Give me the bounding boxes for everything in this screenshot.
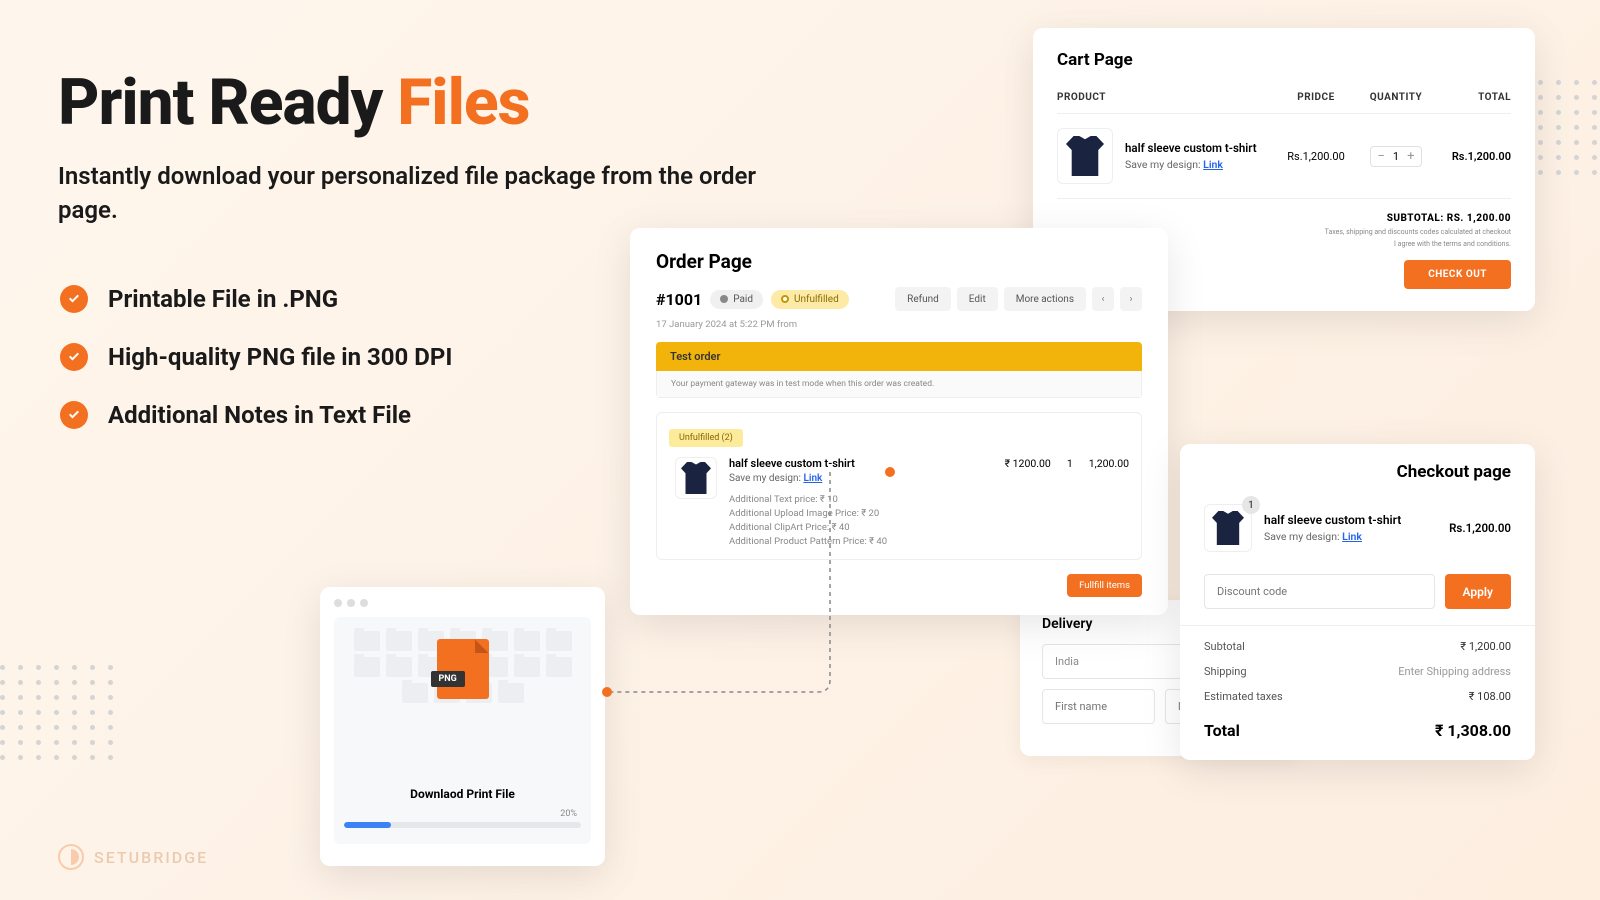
checkout-button[interactable]: CHECK OUT <box>1404 260 1511 289</box>
product-name: half sleeve custom t-shirt <box>1264 513 1437 527</box>
chevron-left-icon: ‹ <box>1101 294 1104 305</box>
next-button[interactable]: › <box>1120 287 1142 311</box>
feature-list: Printable File in .PNG High-quality PNG … <box>60 285 452 459</box>
summary-line: Subtotal₹ 1,200.00 <box>1180 634 1535 659</box>
unfulfilled-count-badge: Unfulfilled (2) <box>669 429 743 447</box>
decor-dots-left <box>0 665 116 760</box>
brand-logo: SETUBRIDGE <box>58 844 208 870</box>
hero-title: Print Ready Files <box>58 65 798 140</box>
product-thumb <box>675 457 717 499</box>
download-label: Downlaod Print File <box>344 787 581 801</box>
connector-dot <box>885 467 895 477</box>
fulfill-button[interactable]: Fullfill items <box>1067 574 1142 597</box>
qty-minus-icon[interactable]: − <box>1377 149 1384 164</box>
qty-plus-icon[interactable]: + <box>1407 149 1414 164</box>
chevron-right-icon: › <box>1129 294 1132 305</box>
first-name-input[interactable] <box>1042 689 1155 724</box>
logo-icon <box>58 844 84 870</box>
checkout-title: Checkout page <box>1180 444 1535 496</box>
check-icon <box>60 285 88 313</box>
png-file-icon: PNG <box>437 639 489 699</box>
product-name: half sleeve custom t-shirt <box>729 457 993 470</box>
hero-subtitle: Instantly download your personalized fil… <box>58 160 798 227</box>
order-bar: #1001 Paid Unfulfilled Refund Edit More … <box>630 287 1168 319</box>
prev-button[interactable]: ‹ <box>1092 287 1114 311</box>
item-price: Rs.1,200.00 <box>1276 150 1356 163</box>
design-link[interactable]: Link <box>1203 158 1223 171</box>
summary-line: ShippingEnter Shipping address <box>1180 659 1535 684</box>
more-actions-button[interactable]: More actions <box>1004 287 1086 311</box>
checkout-item: 1 half sleeve custom t-shirt Save my des… <box>1204 504 1511 552</box>
cart-header: PRODUCT PRIDCE QUANTITY TOTAL <box>1057 92 1511 114</box>
hero: Print Ready Files Instantly download you… <box>58 65 798 227</box>
check-icon <box>60 343 88 371</box>
order-item-section: Unfulfilled (2) half sleeve custom t-shi… <box>656 412 1142 560</box>
design-link[interactable]: Link <box>803 473 822 484</box>
feature-item: Printable File in .PNG <box>60 285 452 313</box>
apply-button[interactable]: Apply <box>1445 574 1511 609</box>
product-thumb <box>1057 128 1113 184</box>
discount-input[interactable] <box>1204 574 1435 609</box>
checkout-card: Checkout page 1 half sleeve custom t-shi… <box>1180 444 1535 760</box>
checkout-price: Rs.1,200.00 <box>1449 521 1511 535</box>
progress-bar <box>344 822 581 828</box>
summary-line: Estimated taxes₹ 108.00 <box>1180 684 1535 709</box>
order-title: Order Page <box>630 228 1168 287</box>
unfulfilled-badge: Unfulfilled <box>771 290 849 309</box>
test-banner: Test order Your payment gateway was in t… <box>656 342 1142 398</box>
qty-badge: 1 <box>1242 496 1260 514</box>
order-id: #1001 <box>656 290 702 309</box>
order-date: 17 January 2024 at 5:22 PM from <box>630 319 1168 342</box>
qty-stepper[interactable]: − 1 + <box>1370 146 1421 167</box>
feature-item: High-quality PNG file in 300 DPI <box>60 343 452 371</box>
product-sub: Save my design: Link <box>1125 158 1257 171</box>
checkout-total: Total₹ 1,308.00 <box>1180 709 1535 760</box>
item-total: Rs.1,200.00 <box>1436 150 1511 163</box>
product-name: half sleeve custom t-shirt <box>1125 141 1257 155</box>
download-card: PNG Downlaod Print File 20% <box>320 587 605 866</box>
cart-item: half sleeve custom t-shirt Save my desig… <box>1057 114 1511 198</box>
connector-dot <box>602 687 612 697</box>
paid-badge: Paid <box>710 290 763 309</box>
design-link[interactable]: Link <box>1342 530 1362 543</box>
additional-prices: Additional Text price: ₹ 10 Additional U… <box>729 494 993 547</box>
feature-item: Additional Notes in Text File <box>60 401 452 429</box>
cart-title: Cart Page <box>1057 50 1511 70</box>
window-dots <box>334 599 591 607</box>
order-price: ₹ 1200.00 1 1,200.00 <box>1005 457 1129 547</box>
download-percent: 20% <box>344 809 581 819</box>
brand-name: SETUBRIDGE <box>94 848 208 867</box>
edit-button[interactable]: Edit <box>957 287 998 311</box>
check-icon <box>60 401 88 429</box>
subtotal: SUBTOTAL: RS. 1,200.00 <box>1057 213 1511 224</box>
order-card: Order Page #1001 Paid Unfulfilled Refund… <box>630 228 1168 615</box>
refund-button[interactable]: Refund <box>895 287 951 311</box>
